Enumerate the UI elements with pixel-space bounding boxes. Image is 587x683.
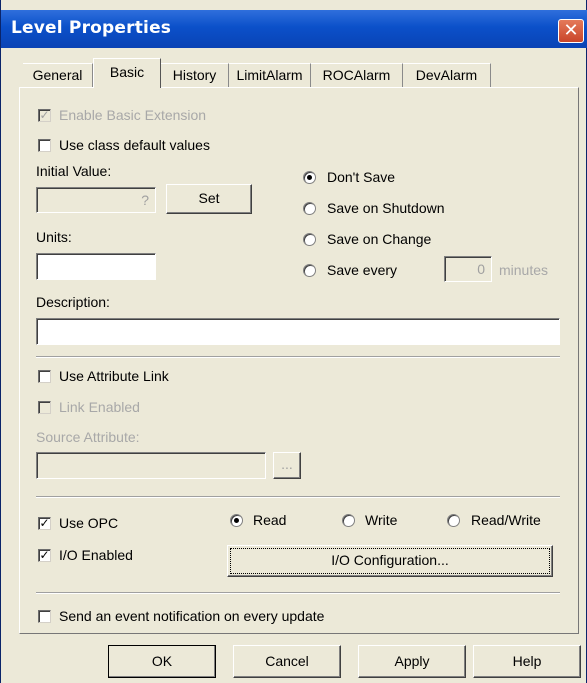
- radio-save-every[interactable]: [303, 264, 316, 277]
- units-field[interactable]: [36, 253, 156, 280]
- description-field[interactable]: [36, 318, 560, 345]
- io-configuration-button[interactable]: I/O Configuration...: [227, 545, 553, 577]
- dont-save-label: Don't Save: [327, 169, 396, 185]
- link-enabled-label: Link Enabled: [59, 399, 140, 415]
- radio-save-on-change[interactable]: [303, 233, 316, 246]
- tab-devalarm[interactable]: DevAlarm: [403, 63, 491, 87]
- io-enabled-checkbox[interactable]: ✓: [38, 549, 51, 562]
- ok-button[interactable]: OK: [108, 645, 216, 678]
- send-event-checkbox[interactable]: [38, 610, 51, 623]
- save-on-shutdown-label: Save on Shutdown: [327, 200, 445, 216]
- radio-selected-dot: [307, 175, 312, 180]
- source-attribute-field[interactable]: [36, 452, 266, 479]
- separator: [36, 592, 560, 594]
- radio-read[interactable]: [230, 514, 243, 527]
- use-class-default-checkbox[interactable]: [38, 139, 51, 152]
- save-every-value: 0: [477, 261, 485, 277]
- tab-limitalarm[interactable]: LimitAlarm: [229, 63, 311, 87]
- title-bar[interactable]: Level Properties ✕: [1, 10, 587, 48]
- use-attribute-link-checkbox[interactable]: [38, 370, 51, 383]
- radio-save-on-shutdown[interactable]: [303, 202, 316, 215]
- link-enabled-checkbox[interactable]: [38, 401, 51, 414]
- minutes-label: minutes: [499, 262, 549, 278]
- io-enabled-label: I/O Enabled: [59, 547, 133, 563]
- initial-value-label: Initial Value:: [36, 163, 112, 179]
- read-write-label: Read/Write: [471, 512, 541, 528]
- set-button[interactable]: Set: [166, 184, 252, 214]
- initial-value-text: ?: [141, 192, 149, 208]
- radio-selected-dot: [234, 518, 239, 523]
- browse-button[interactable]: ...: [273, 452, 301, 479]
- save-every-field[interactable]: 0: [444, 256, 492, 282]
- enable-basic-extension-checkbox[interactable]: ✓: [38, 109, 51, 122]
- source-attribute-label: Source Attribute:: [36, 429, 140, 445]
- description-label: Description:: [36, 294, 110, 310]
- use-class-default-label: Use class default values: [59, 137, 210, 153]
- use-opc-label: Use OPC: [59, 515, 119, 531]
- radio-dont-save[interactable]: [303, 171, 316, 184]
- close-icon[interactable]: ✕: [558, 19, 584, 43]
- initial-value-field[interactable]: ?: [36, 187, 156, 213]
- use-attribute-link-label: Use Attribute Link: [59, 368, 169, 384]
- apply-button[interactable]: Apply: [358, 645, 466, 678]
- save-on-change-label: Save on Change: [327, 231, 432, 247]
- radio-write[interactable]: [342, 514, 355, 527]
- send-event-label: Send an event notification on every upda…: [59, 608, 325, 624]
- radio-read-write[interactable]: [447, 514, 460, 527]
- tab-rocalarm[interactable]: ROCAlarm: [311, 63, 403, 87]
- dialog-window: Level Properties ✕ General Basic History…: [0, 0, 587, 683]
- tab-general[interactable]: General: [23, 63, 93, 87]
- use-opc-checkbox[interactable]: ✓: [38, 517, 51, 530]
- window-title: Level Properties: [11, 18, 172, 38]
- separator: [36, 356, 560, 358]
- separator: [36, 496, 560, 498]
- tab-history[interactable]: History: [161, 63, 229, 87]
- read-label: Read: [253, 512, 287, 528]
- cancel-button[interactable]: Cancel: [233, 645, 341, 678]
- units-label: Units:: [36, 229, 72, 245]
- enable-basic-extension-label: Enable Basic Extension: [59, 107, 207, 123]
- save-every-label: Save every: [327, 262, 398, 278]
- write-label: Write: [365, 512, 398, 528]
- help-button[interactable]: Help: [473, 645, 581, 678]
- tab-basic[interactable]: Basic: [93, 58, 161, 88]
